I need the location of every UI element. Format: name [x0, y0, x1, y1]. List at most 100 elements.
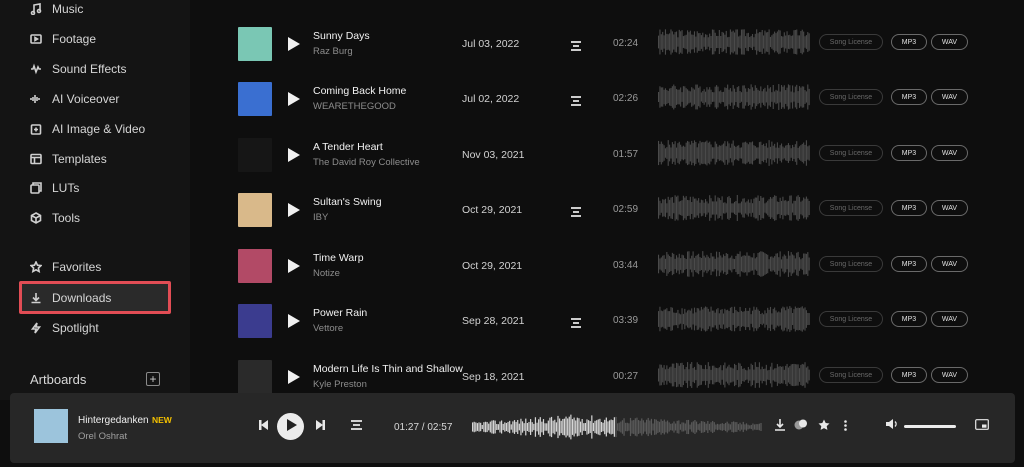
now-playing-artist[interactable]: Orel Oshrat [78, 431, 127, 442]
sidebar-item-spotlight[interactable]: Spotlight [30, 316, 99, 340]
track-cover[interactable] [238, 304, 272, 338]
track-row[interactable]: Modern Life Is Thin and Shallow Kyle Pre… [190, 350, 1024, 395]
track-artist[interactable]: IBY [313, 212, 328, 223]
track-play-button[interactable] [288, 203, 300, 217]
track-title[interactable]: Sunny Days [313, 30, 370, 42]
track-play-button[interactable] [288, 148, 300, 162]
more-vertical-icon [843, 418, 847, 436]
sidebar-item-ai-voiceover[interactable]: AI Voiceover [30, 87, 119, 111]
mp3-download-button[interactable]: MP3 [891, 311, 927, 327]
track-title[interactable]: Modern Life Is Thin and Shallow [313, 363, 463, 375]
stems-button[interactable] [571, 315, 581, 328]
stems-button[interactable] [571, 204, 581, 217]
track-cover[interactable] [238, 249, 272, 283]
sidebar-item-templates[interactable]: Templates [30, 147, 107, 171]
volume-button[interactable] [886, 419, 899, 432]
sidebar-item-tools[interactable]: Tools [30, 206, 80, 230]
track-waveform[interactable] [658, 361, 810, 389]
add-to-artboard-button[interactable] [794, 418, 808, 436]
sidebar-item-music[interactable]: Music [30, 0, 83, 21]
lut-icon [30, 182, 42, 194]
stems-icon [571, 93, 581, 110]
track-artist[interactable]: Notize [313, 268, 340, 279]
track-waveform[interactable] [658, 194, 810, 222]
song-license-button[interactable]: Song License [819, 367, 883, 383]
song-license-button[interactable]: Song License [819, 145, 883, 161]
track-play-button[interactable] [288, 37, 300, 51]
waveform-icon [30, 63, 42, 75]
wav-download-button[interactable]: WAV [931, 367, 968, 383]
song-license-button[interactable]: Song License [819, 89, 883, 105]
track-waveform[interactable] [658, 83, 810, 111]
track-artist[interactable]: Kyle Preston [313, 379, 367, 390]
track-artist[interactable]: The David Roy Collective [313, 157, 420, 168]
track-row[interactable]: Sultan's Swing IBY Oct 29, 2021 02:59 So… [190, 183, 1024, 239]
track-artist[interactable]: Raz Burg [313, 46, 353, 57]
track-cover[interactable] [238, 27, 272, 61]
download-button[interactable] [775, 419, 785, 433]
mini-player-button[interactable] [975, 419, 989, 432]
more-options-button[interactable] [842, 418, 848, 436]
mp3-download-button[interactable]: MP3 [891, 145, 927, 161]
wav-download-button[interactable]: WAV [931, 89, 968, 105]
track-artist[interactable]: Vettore [313, 323, 343, 334]
track-row[interactable]: Power Rain Vettore Sep 28, 2021 03:39 So… [190, 294, 1024, 350]
sidebar-item-downloads[interactable]: Downloads [30, 286, 111, 310]
add-artboard-button[interactable]: + [146, 372, 160, 386]
sidebar-item-luts[interactable]: LUTs [30, 176, 79, 200]
volume-slider[interactable] [904, 425, 956, 428]
stems-button[interactable] [571, 38, 581, 51]
track-waveform[interactable] [658, 250, 810, 278]
track-waveform[interactable] [658, 28, 810, 56]
favorite-button[interactable] [817, 419, 830, 433]
track-title[interactable]: Power Rain [313, 307, 367, 319]
track-artist[interactable]: WEARETHEGOOD [313, 101, 396, 112]
mp3-download-button[interactable]: MP3 [891, 89, 927, 105]
track-play-button[interactable] [288, 259, 300, 273]
player-waveform[interactable] [472, 411, 762, 443]
wav-download-button[interactable]: WAV [931, 200, 968, 216]
wav-download-button[interactable]: WAV [931, 256, 968, 272]
wav-download-button[interactable]: WAV [931, 34, 968, 50]
sidebar-item-favorites[interactable]: Favorites [30, 255, 101, 279]
track-title[interactable]: Time Warp [313, 252, 364, 264]
now-playing-cover[interactable] [34, 409, 68, 443]
track-row[interactable]: A Tender Heart The David Roy Collective … [190, 128, 1024, 184]
track-cover[interactable] [238, 193, 272, 227]
song-license-button[interactable]: Song License [819, 311, 883, 327]
track-cover[interactable] [238, 138, 272, 172]
track-waveform[interactable] [658, 305, 810, 333]
track-title[interactable]: A Tender Heart [313, 141, 383, 153]
song-license-button[interactable]: Song License [819, 256, 883, 272]
stems-button[interactable] [571, 93, 581, 106]
track-waveform[interactable] [658, 139, 810, 167]
now-playing-title[interactable]: Hintergedanken [78, 415, 149, 426]
previous-button[interactable] [258, 419, 268, 431]
play-pause-button[interactable] [277, 413, 304, 440]
artboard-circles-icon [794, 418, 808, 436]
song-license-button[interactable]: Song License [819, 34, 883, 50]
track-play-button[interactable] [288, 92, 300, 106]
sidebar-item-footage[interactable]: Footage [30, 27, 96, 51]
sidebar-item-sound-effects[interactable]: Sound Effects [30, 57, 127, 81]
track-title[interactable]: Coming Back Home [313, 85, 406, 97]
track-cover[interactable] [238, 360, 272, 394]
track-row[interactable]: Time Warp Notize Oct 29, 2021 03:44 Song… [190, 239, 1024, 295]
track-play-button[interactable] [288, 370, 300, 384]
track-row[interactable]: Sunny Days Raz Burg Jul 03, 2022 02:24 S… [190, 17, 1024, 73]
track-cover[interactable] [238, 82, 272, 116]
wav-download-button[interactable]: WAV [931, 311, 968, 327]
mp3-download-button[interactable]: MP3 [891, 34, 927, 50]
wav-download-button[interactable]: WAV [931, 145, 968, 161]
sidebar-item-ai-image-video[interactable]: AI Image & Video [30, 117, 145, 141]
track-play-button[interactable] [288, 314, 300, 328]
mp3-download-button[interactable]: MP3 [891, 367, 927, 383]
mp3-download-button[interactable]: MP3 [891, 256, 927, 272]
track-title[interactable]: Sultan's Swing [313, 196, 382, 208]
song-license-button[interactable]: Song License [819, 200, 883, 216]
stems-button[interactable] [351, 420, 362, 431]
track-row[interactable]: Coming Back Home WEARETHEGOOD Jul 02, 20… [190, 72, 1024, 128]
track-duration: 00:27 [613, 371, 639, 382]
next-button[interactable] [315, 419, 325, 431]
mp3-download-button[interactable]: MP3 [891, 200, 927, 216]
